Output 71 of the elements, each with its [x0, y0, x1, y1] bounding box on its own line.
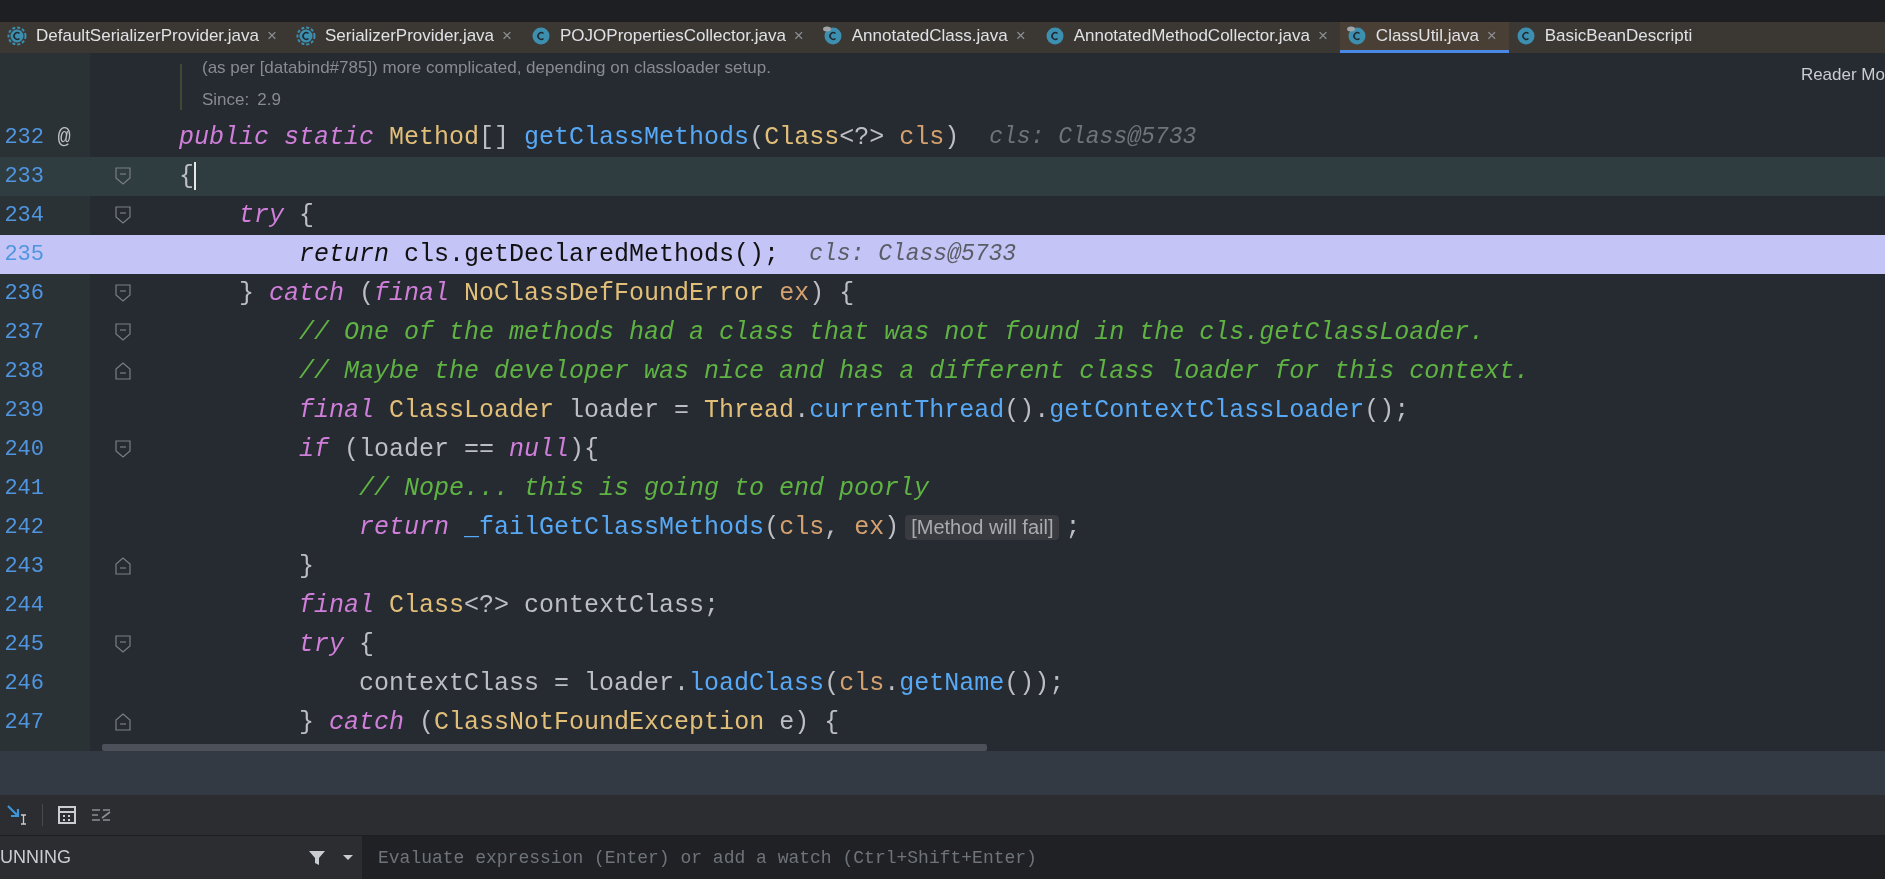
editor-tab[interactable]: ClassUtil.java ×	[1339, 22, 1509, 53]
code-text: }	[299, 551, 315, 581]
fold-marker-icon[interactable]	[115, 557, 131, 576]
class-icon	[294, 25, 317, 47]
line-number: 238	[3, 358, 44, 384]
line-number: 246	[3, 670, 44, 696]
line-number: 232	[3, 124, 44, 150]
line-number: 242	[3, 514, 44, 540]
editor-tab[interactable]: DefaultSerializerProvider.java ×	[0, 22, 289, 53]
code-text: final Class<?> contextClass;	[299, 590, 720, 620]
code-comment: // One of the methods had a class that was not found in the cls.getClassLoader.	[299, 317, 1485, 347]
doc-comment-text: (as per [databind#785]) more complicated, depending on classloader setup.	[202, 57, 772, 78]
reader-mode-link[interactable]: Reader Mo	[1800, 65, 1885, 85]
fold-marker-icon[interactable]	[115, 362, 131, 381]
code-text: if (loader == null){	[299, 434, 600, 464]
code-text: return cls.getDeclaredMethods();	[299, 239, 780, 269]
inlay-hint: [Method will fail]	[905, 514, 1060, 540]
session-status: UNNING	[0, 847, 71, 868]
editor-tab[interactable]: BasicBeanDescripti	[1508, 22, 1705, 53]
code-text: contextClass = loader.loadClass(cls.getName());	[359, 668, 1065, 698]
line-number: 241	[3, 475, 44, 501]
line-number: 243	[3, 553, 44, 579]
close-tab-button[interactable]: ×	[1015, 26, 1026, 46]
code-text: ;	[1065, 512, 1081, 542]
line-number: 245	[3, 631, 44, 657]
close-tab-button[interactable]: ×	[793, 26, 804, 46]
line-number: 236	[3, 280, 44, 306]
editor-tab[interactable]: POJOPropertiesCollector.java ×	[524, 22, 816, 53]
calculator-icon[interactable]	[57, 805, 77, 825]
line-number: 233	[3, 163, 44, 189]
filter-icon[interactable]	[308, 848, 326, 867]
code-text: try {	[299, 629, 375, 659]
class-icon	[530, 25, 552, 47]
fold-marker-icon[interactable]	[115, 635, 131, 654]
class-icon	[6, 25, 28, 47]
dropdown-caret-icon[interactable]	[342, 854, 354, 861]
since-value: 2.9	[257, 89, 281, 110]
fold-marker-icon[interactable]	[115, 206, 131, 225]
code-text: } catch (ClassNotFoundException e) {	[299, 707, 840, 737]
line-number: 240	[3, 436, 44, 462]
close-tab-button[interactable]: ×	[502, 26, 512, 46]
line-number: 247	[3, 709, 44, 735]
editor-tab[interactable]: SerializerProvider.java ×	[288, 22, 524, 53]
inline-value-hint: cls: Class@5733	[989, 124, 1197, 151]
inline-value-hint: cls: Class@5733	[809, 241, 1017, 268]
line-number: 239	[3, 397, 44, 423]
horizontal-scrollbar[interactable]	[102, 743, 987, 751]
code-text: {	[179, 161, 194, 191]
close-tab-button[interactable]: ×	[267, 26, 277, 46]
line-number: 234	[3, 202, 44, 228]
gutter-marker[interactable]: @	[44, 124, 84, 150]
editor-tab[interactable]: AnnotatedClass.java ×	[815, 22, 1038, 53]
fold-marker-icon[interactable]	[115, 284, 131, 303]
fold-marker-icon[interactable]	[115, 323, 131, 342]
line-number: 244	[3, 592, 44, 618]
code-text: final ClassLoader loader = Thread.currentThread().getContextClassLoader();	[299, 395, 1410, 425]
line-number: 237	[3, 319, 44, 345]
since-label: Since:	[202, 89, 250, 110]
code-text: } catch (final NoClassDefFoundError ex) {	[239, 278, 855, 308]
step-to-cursor-icon[interactable]	[6, 804, 28, 826]
line-number: 235	[3, 241, 44, 267]
code-text: return _failGetClassMethods(cls, ex)	[359, 512, 900, 542]
fold-marker-icon[interactable]	[115, 167, 131, 186]
code-text: try {	[239, 200, 315, 230]
close-tab-button[interactable]: ×	[1317, 26, 1328, 46]
code-comment: // Nope... this is going to end poorly	[359, 473, 930, 503]
fold-marker-icon[interactable]	[115, 713, 131, 732]
code-text: public static Method[] getClassMethods(Class<?> cls)	[179, 122, 960, 152]
fold-marker-icon[interactable]	[115, 440, 131, 459]
editor-tab[interactable]: AnnotatedMethodCollector.java ×	[1037, 22, 1340, 53]
code-comment: // Maybe the developer was nice and has a different class loader for this context.	[299, 356, 1530, 386]
